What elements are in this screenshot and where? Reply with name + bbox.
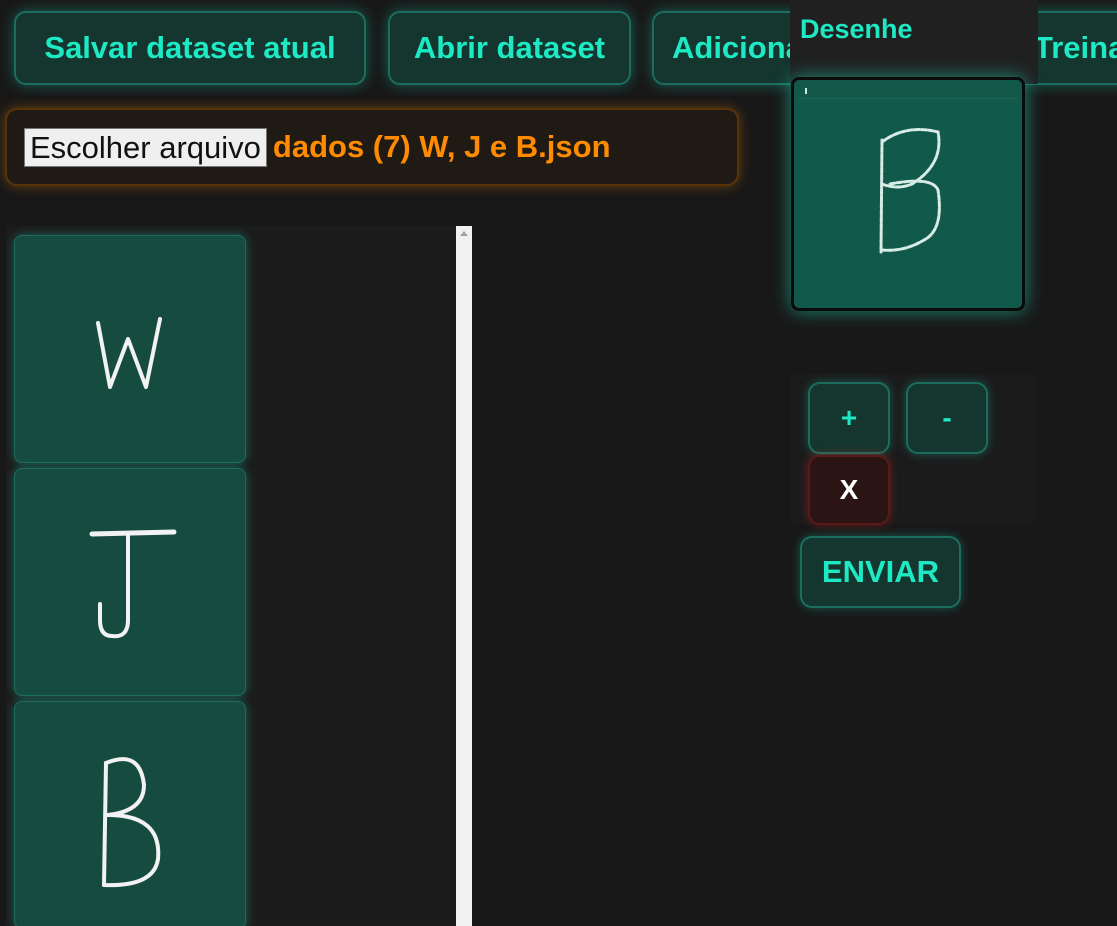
letter-b-drawing: [102, 757, 161, 888]
increase-button[interactable]: +: [808, 382, 890, 454]
dataset-gallery: [6, 226, 472, 926]
gallery-item-w[interactable]: [14, 235, 246, 463]
open-dataset-button[interactable]: Abrir dataset: [388, 11, 631, 85]
send-button[interactable]: ENVIAR: [800, 536, 961, 608]
gallery-item-j[interactable]: [14, 468, 246, 696]
decrease-button[interactable]: -: [906, 382, 988, 454]
choose-file-button[interactable]: Escolher arquivo: [24, 127, 267, 167]
save-dataset-button[interactable]: Salvar dataset atual: [14, 11, 366, 85]
gallery-scrollbar[interactable]: [456, 226, 472, 926]
scroll-up-arrow-icon[interactable]: [460, 231, 468, 236]
gallery-item-b[interactable]: [14, 701, 246, 926]
file-input-row: Escolher arquivo dados (7) W, J e B.json: [5, 108, 739, 186]
current-letter-b-drawing: [805, 88, 941, 254]
letter-j-drawing: [89, 529, 177, 639]
clear-button[interactable]: X: [808, 455, 890, 525]
selected-file-name: dados (7) W, J e B.json: [272, 129, 611, 164]
gallery-list: [6, 226, 456, 926]
drawing-title: Desenhe: [800, 14, 913, 44]
drawing-canvas[interactable]: [791, 77, 1025, 311]
letter-w-drawing: [96, 317, 162, 389]
